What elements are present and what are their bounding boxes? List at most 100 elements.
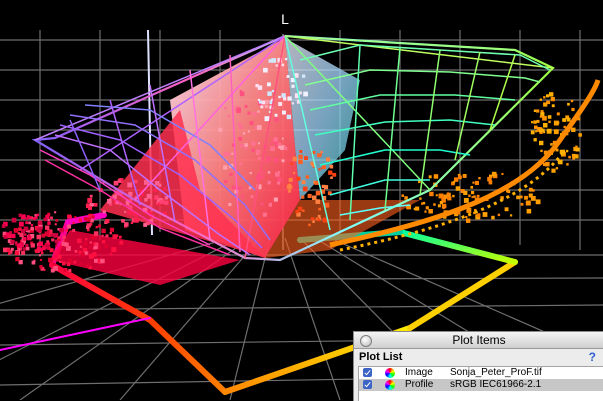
cloud-point bbox=[275, 64, 278, 67]
plot-list[interactable]: Image Sonja_Peter_ProF.tif Profile sRGB … bbox=[358, 366, 603, 401]
cloud-point bbox=[302, 74, 306, 78]
cloud-point bbox=[269, 202, 272, 206]
cloud-point bbox=[516, 195, 520, 200]
cloud-point bbox=[239, 91, 245, 97]
cloud-point bbox=[30, 226, 34, 231]
cloud-point bbox=[548, 120, 551, 124]
panel-titlebar[interactable]: Plot Items bbox=[354, 332, 603, 349]
cloud-point bbox=[58, 238, 61, 242]
cloud-point bbox=[437, 204, 441, 208]
cloud-point bbox=[539, 115, 543, 118]
cloud-point bbox=[40, 251, 44, 255]
cloud-point bbox=[256, 149, 261, 154]
cloud-point bbox=[439, 201, 443, 205]
cloud-point bbox=[228, 202, 232, 206]
cloud-point bbox=[532, 196, 535, 200]
cloud-point bbox=[543, 96, 546, 99]
cloud-point bbox=[25, 221, 29, 225]
cloud-point bbox=[465, 216, 468, 219]
cloud-point bbox=[270, 146, 275, 152]
cloud-point bbox=[542, 115, 547, 121]
help-icon[interactable]: ? bbox=[589, 349, 596, 365]
cloud-point bbox=[55, 233, 58, 236]
cloud-point bbox=[262, 171, 265, 175]
cloud-point bbox=[425, 206, 429, 210]
cloud-point bbox=[252, 112, 257, 116]
cloud-point bbox=[240, 143, 244, 148]
cloud-point bbox=[49, 248, 54, 253]
cloud-point bbox=[251, 148, 255, 152]
cloud-point bbox=[127, 210, 132, 215]
plot-list-header: Plot List ? bbox=[354, 349, 603, 365]
cloud-point bbox=[50, 268, 55, 273]
cloud-point bbox=[491, 215, 495, 220]
cloud-point bbox=[39, 265, 43, 269]
cloud-point bbox=[143, 223, 147, 227]
cloud-point bbox=[277, 177, 282, 182]
cloud-point bbox=[330, 176, 333, 179]
cloud-point bbox=[264, 104, 269, 109]
cloud-point bbox=[229, 172, 233, 176]
cloud-point bbox=[535, 199, 541, 205]
cloud-point bbox=[224, 106, 227, 110]
cloud-point bbox=[543, 123, 548, 128]
cloud-point bbox=[134, 179, 138, 184]
cloud-point bbox=[43, 268, 46, 271]
cloud-point bbox=[458, 175, 462, 180]
cloud-point bbox=[164, 200, 169, 205]
cloud-point bbox=[58, 236, 61, 239]
cloud-point bbox=[540, 149, 543, 153]
cloud-point bbox=[264, 116, 270, 122]
cloud-point bbox=[281, 63, 285, 67]
checkbox-icon[interactable] bbox=[363, 380, 372, 389]
cloud-point bbox=[533, 120, 537, 124]
cloud-point bbox=[162, 188, 166, 191]
cloud-point bbox=[286, 184, 292, 190]
cloud-point bbox=[288, 177, 293, 182]
cloud-point bbox=[277, 142, 282, 146]
cloud-point bbox=[118, 235, 122, 239]
cloud-point bbox=[231, 152, 234, 155]
cloud-point bbox=[478, 177, 481, 180]
cloud-point bbox=[535, 130, 538, 133]
cloud-point bbox=[81, 245, 85, 248]
cloud-point bbox=[519, 195, 523, 199]
cloud-point bbox=[228, 152, 232, 156]
cloud-point bbox=[104, 244, 109, 249]
cloud-point bbox=[413, 207, 417, 211]
cloud-point bbox=[54, 211, 57, 214]
item-name: sRGB IEC61966-2.1 bbox=[450, 379, 542, 390]
cloud-point bbox=[28, 216, 31, 219]
cloud-point bbox=[30, 243, 35, 248]
cloud-point bbox=[54, 223, 57, 226]
cloud-point bbox=[218, 127, 223, 132]
cloud-point bbox=[565, 149, 569, 153]
cloud-point bbox=[277, 181, 281, 185]
cloud-point bbox=[64, 239, 67, 242]
cloud-point bbox=[291, 102, 294, 105]
close-icon[interactable] bbox=[360, 335, 372, 347]
cloud-point bbox=[286, 75, 290, 78]
cloud-point bbox=[27, 236, 32, 241]
list-item-profile[interactable]: Profile sRGB IEC61966-2.1 bbox=[359, 379, 603, 391]
cloud-point bbox=[290, 162, 293, 165]
cloud-point bbox=[160, 198, 163, 201]
cloud-point bbox=[281, 93, 286, 98]
cloud-point bbox=[32, 217, 36, 221]
cloud-point bbox=[78, 218, 83, 222]
cloud-point bbox=[93, 203, 98, 207]
cloud-point bbox=[68, 258, 73, 263]
list-item-image[interactable]: Image Sonja_Peter_ProF.tif bbox=[359, 367, 603, 379]
cloud-point bbox=[452, 180, 456, 184]
cloud-point bbox=[38, 247, 43, 252]
cloud-point bbox=[429, 191, 434, 197]
plot-items-panel[interactable]: Plot Items Plot List ? Image Sonja_Peter… bbox=[353, 331, 603, 401]
cloud-point bbox=[47, 218, 50, 222]
item-type: Profile bbox=[405, 379, 434, 390]
cloud-point bbox=[7, 248, 11, 252]
cloud-point bbox=[258, 92, 261, 95]
cloud-point bbox=[237, 186, 242, 191]
cloud-point bbox=[64, 242, 69, 247]
checkbox-icon[interactable] bbox=[363, 368, 372, 377]
cloud-point bbox=[74, 216, 77, 219]
